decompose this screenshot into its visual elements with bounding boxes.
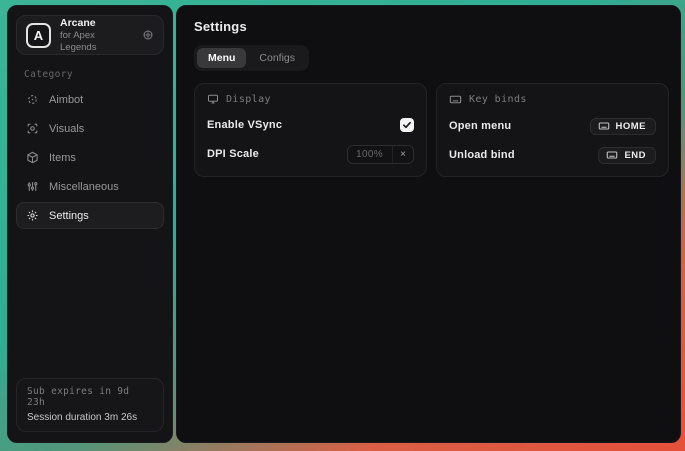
display-card-title: Display <box>226 94 271 105</box>
vsync-checkbox[interactable] <box>400 118 414 132</box>
keybind-value: HOME <box>616 121 647 132</box>
sidebar-item-miscellaneous[interactable]: Miscellaneous <box>16 173 164 200</box>
monitor-icon <box>207 93 219 105</box>
sub-expiry-text: Sub expires in 9d 23h <box>27 386 153 408</box>
sidebar-item-label: Visuals <box>49 123 84 135</box>
sidebar-item-settings[interactable]: Settings <box>16 202 164 229</box>
keyboard-icon <box>449 93 462 106</box>
app-window: A Arcane for Apex Legends Category <box>7 5 681 443</box>
dpi-scale-input[interactable]: 100% × <box>347 145 414 164</box>
category-label: Category <box>24 69 164 80</box>
page-title: Settings <box>194 19 669 34</box>
cube-icon <box>26 151 39 164</box>
sidebar-item-visuals[interactable]: Visuals <box>16 115 164 142</box>
sidebar-item-label: Settings <box>49 210 89 222</box>
open-menu-keybind[interactable]: HOME <box>590 118 657 135</box>
app-name: Arcane <box>60 17 133 30</box>
vsync-label: Enable VSync <box>207 119 282 131</box>
desktop-background: A Arcane for Apex Legends Category <box>0 0 685 451</box>
setting-row-open-menu: Open menu HOME <box>449 117 656 135</box>
tab-bar: Menu Configs <box>194 45 309 71</box>
unload-bind-label: Unload bind <box>449 149 515 161</box>
app-logo: A <box>26 23 51 48</box>
setting-row-unload: Unload bind END <box>449 146 656 164</box>
tab-menu[interactable]: Menu <box>197 48 246 68</box>
sidebar-item-items[interactable]: Items <box>16 144 164 171</box>
target-ring-icon[interactable] <box>142 29 154 41</box>
keybinds-card-header: Key binds <box>449 93 656 106</box>
display-card-header: Display <box>207 93 414 105</box>
sidebar-item-label: Items <box>49 152 76 164</box>
sidebar: A Arcane for Apex Legends Category <box>7 5 173 443</box>
keybind-value: END <box>624 150 646 161</box>
unload-keybind[interactable]: END <box>598 147 656 164</box>
gear-icon <box>26 209 39 222</box>
main-panel: Settings Menu Configs Display <box>176 5 681 443</box>
setting-row-dpi: DPI Scale 100% × <box>207 145 414 163</box>
tab-configs[interactable]: Configs <box>248 48 306 68</box>
keyboard-icon <box>606 149 618 161</box>
sidebar-item-label: Aimbot <box>49 94 83 106</box>
open-menu-label: Open menu <box>449 120 511 132</box>
sidebar-item-aimbot[interactable]: Aimbot <box>16 86 164 113</box>
profile-card: A Arcane for Apex Legends <box>16 15 164 55</box>
sliders-icon <box>26 180 39 193</box>
keybinds-card-title: Key binds <box>469 94 527 105</box>
settings-cards: Display Enable VSync DPI Scale <box>194 83 669 177</box>
subscription-card: Sub expires in 9d 23h Session duration 3… <box>16 378 164 432</box>
app-subtitle: for Apex Legends <box>60 30 133 54</box>
crosshair-icon <box>26 93 39 106</box>
profile-text: Arcane for Apex Legends <box>60 17 133 54</box>
clear-icon[interactable]: × <box>392 146 413 163</box>
keybinds-card: Key binds Open menu HOME <box>436 83 669 177</box>
display-card: Display Enable VSync DPI Scale <box>194 83 427 177</box>
dpi-label: DPI Scale <box>207 148 259 160</box>
sidebar-nav: Aimbot Visuals <box>16 86 164 229</box>
session-duration-text: Session duration 3m 26s <box>27 412 153 423</box>
setting-row-vsync: Enable VSync <box>207 116 414 134</box>
sidebar-item-label: Miscellaneous <box>49 181 119 193</box>
dpi-value: 100% <box>356 149 386 160</box>
keyboard-icon <box>598 120 610 132</box>
eye-scan-icon <box>26 122 39 135</box>
